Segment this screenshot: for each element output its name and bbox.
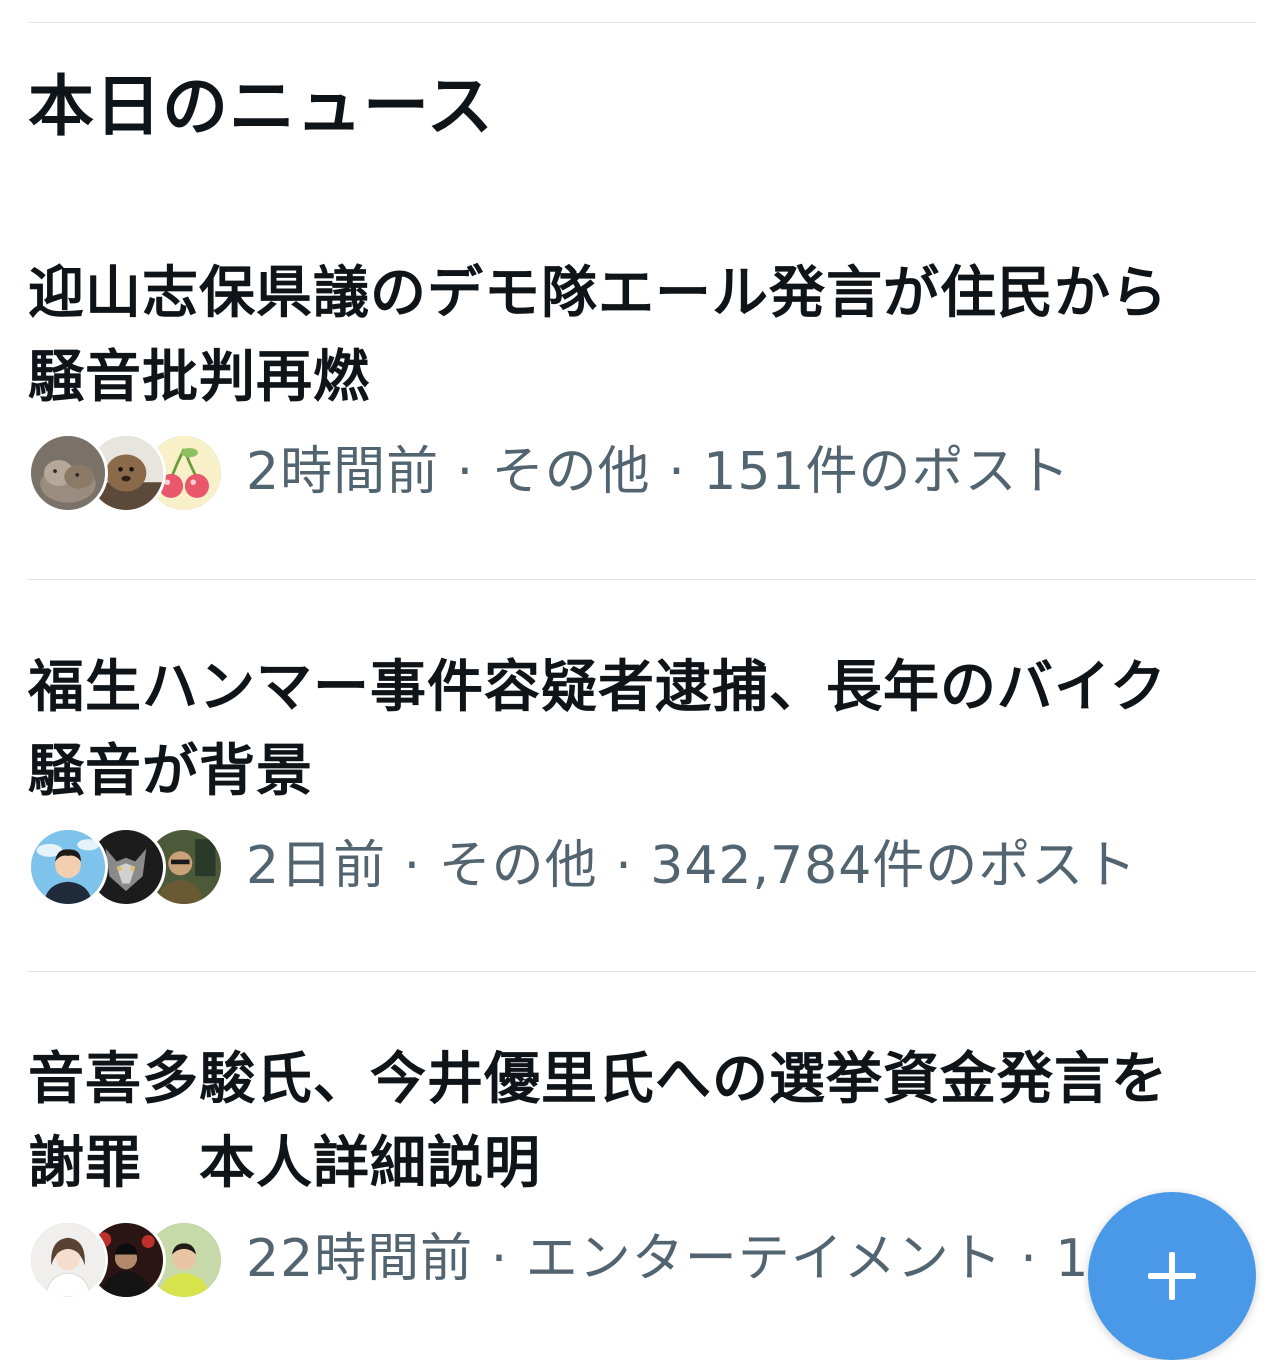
- news-headline[interactable]: 迎山志保県議のデモ隊エール発言が住民から騒音批判再燃: [28, 252, 1218, 420]
- news-meta-text: 2時間前 · その他 · 151件のポスト: [246, 442, 1071, 502]
- divider: [28, 971, 1256, 972]
- news-headline[interactable]: 福生ハンマー事件容疑者逮捕、長年のバイク騒音が背景: [28, 646, 1218, 814]
- news-headline[interactable]: 音喜多駿氏、今井優里氏への選挙資金発言を謝罪 本人詳細説明: [28, 1038, 1218, 1206]
- man-portrait-avatar: [28, 827, 108, 907]
- woman-portrait-avatar: [28, 1220, 108, 1300]
- dog-photo-avatar: [28, 433, 108, 513]
- avatar-stack: [28, 430, 224, 514]
- news-item[interactable]: 音喜多駿氏、今井優里氏への選挙資金発言を謝罪 本人詳細説明 22時間前 · エン…: [28, 1038, 1256, 1338]
- avatar-stack: [28, 824, 224, 908]
- news-item[interactable]: 福生ハンマー事件容疑者逮捕、長年のバイク騒音が背景 2日前 · その他 · 34…: [28, 646, 1256, 946]
- news-item[interactable]: 迎山志保県議のデモ隊エール発言が住民から騒音批判再燃 2時間前 · その他 · …: [28, 252, 1256, 552]
- section-title: 本日のニュース: [28, 68, 494, 145]
- news-meta: 2時間前 · その他 · 151件のポスト: [28, 427, 1071, 517]
- avatar-stack: [28, 1217, 224, 1301]
- news-meta-text: 2日前 · その他 · 342,784件のポスト: [246, 836, 1138, 896]
- news-meta: 22時間前 · エンターテイメント · 1: [28, 1214, 1089, 1304]
- news-meta: 2日前 · その他 · 342,784件のポスト: [28, 821, 1137, 911]
- news-meta-text: 22時間前 · エンターテイメント · 1: [246, 1229, 1090, 1289]
- top-divider: [28, 22, 1256, 23]
- plus-icon: [1148, 1252, 1196, 1300]
- compose-button[interactable]: [1088, 1192, 1256, 1360]
- divider: [28, 579, 1256, 580]
